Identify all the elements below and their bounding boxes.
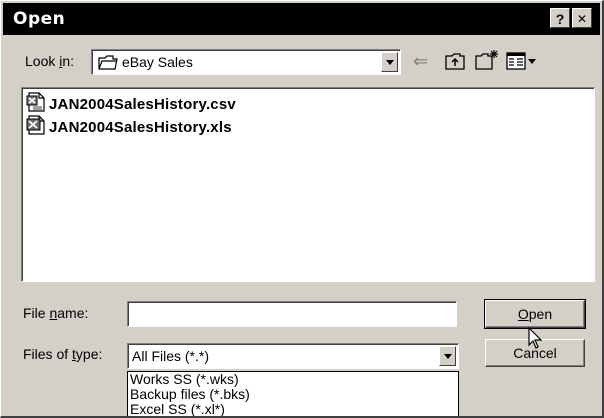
file-type-value: All Files (*.*) [132, 348, 210, 364]
view-menu-icon[interactable] [506, 52, 538, 75]
back-arrow-icon[interactable]: ⇐ [413, 51, 428, 71]
folder-icon [98, 55, 118, 75]
file-type-dropdown-button[interactable] [439, 346, 456, 366]
look-in-combo[interactable]: eBay Sales [91, 49, 401, 75]
dropdown-option[interactable]: Excel SS (*.xl*) [128, 402, 458, 417]
new-folder-icon[interactable] [475, 49, 499, 75]
open-dialog: Open ? ✕ Look in: eBay Sales ⇐ JAN2004Sa… [0, 0, 604, 418]
help-button[interactable]: ? [550, 8, 570, 28]
csv-file-icon [26, 91, 46, 117]
file-item-xls[interactable]: JAN2004SalesHistory.xls [26, 114, 232, 140]
file-name-text: JAN2004SalesHistory.xls [49, 118, 232, 136]
up-one-level-icon[interactable] [445, 53, 465, 75]
file-item-csv[interactable]: JAN2004SalesHistory.csv [26, 91, 236, 117]
file-name-text: JAN2004SalesHistory.csv [49, 95, 236, 113]
file-type-combo[interactable]: All Files (*.*) [127, 343, 459, 369]
file-type-label: Files of type: [23, 346, 103, 362]
title-bar[interactable]: Open ? ✕ [3, 3, 600, 35]
excel-file-icon [26, 114, 46, 140]
look-in-dropdown-button[interactable] [381, 52, 398, 72]
chevron-down-icon [444, 354, 452, 359]
look-in-label: Look in: [25, 53, 75, 69]
dropdown-option[interactable]: Works SS (*.wks) [128, 372, 458, 387]
dialog-title: Open [13, 9, 66, 29]
look-in-value: eBay Sales [122, 54, 193, 70]
file-list[interactable]: JAN2004SalesHistory.csv JAN2004SalesHist… [21, 87, 595, 282]
close-button[interactable]: ✕ [572, 8, 592, 28]
chevron-down-icon [386, 60, 394, 65]
dropdown-option[interactable]: Backup files (*.bks) [128, 387, 458, 402]
open-button[interactable]: Open [484, 299, 586, 329]
file-type-dropdown-list[interactable]: Works SS (*.wks) Backup files (*.bks) Ex… [127, 371, 459, 417]
file-name-label: File name: [23, 305, 89, 321]
file-name-input[interactable] [127, 301, 457, 327]
close-icon: ✕ [576, 12, 588, 26]
mouse-pointer-icon [528, 326, 544, 356]
